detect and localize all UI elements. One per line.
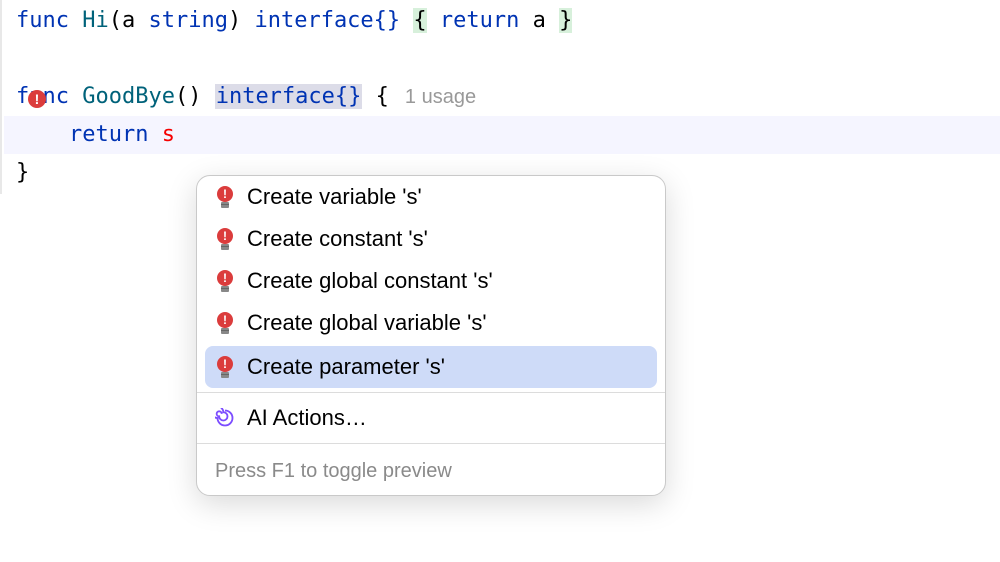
code-line-1[interactable]: func Hi(a string) interface{} { return a… bbox=[4, 2, 1000, 40]
error-badge-icon: ! bbox=[28, 90, 46, 108]
action-create-variable[interactable]: Create variable 's' bbox=[197, 176, 665, 218]
action-create-global-variable[interactable]: Create global variable 's' bbox=[197, 302, 665, 344]
brace-open: { bbox=[413, 8, 426, 33]
param-a: a bbox=[122, 8, 135, 33]
code-editor[interactable]: func Hi(a string) interface{} { return a… bbox=[0, 0, 1000, 194]
action-label: Create parameter 's' bbox=[247, 354, 445, 380]
bulb-error-icon bbox=[215, 186, 235, 208]
bulb-error-icon bbox=[215, 228, 235, 250]
popup-divider bbox=[197, 392, 665, 393]
action-label: Create global variable 's' bbox=[247, 310, 487, 336]
popup-divider bbox=[197, 443, 665, 444]
paren-close: ) bbox=[228, 8, 241, 33]
type-string: string bbox=[148, 8, 227, 33]
keyword-func: func bbox=[16, 8, 69, 33]
keyword-return: return bbox=[69, 122, 148, 147]
brace-close: } bbox=[559, 8, 572, 33]
action-create-parameter[interactable]: Create parameter 's' bbox=[205, 346, 657, 388]
ret-type-interface: interface{} bbox=[254, 8, 400, 33]
brace-open: { bbox=[376, 84, 389, 109]
ai-spiral-icon bbox=[215, 408, 235, 428]
func-name-goodbye: GoodBye bbox=[82, 84, 175, 109]
intention-actions-popup: Create variable 's' Create constant 's' … bbox=[196, 175, 666, 496]
action-label: Create global constant 's' bbox=[247, 268, 493, 294]
popup-footer-hint: Press F1 to toggle preview bbox=[197, 448, 665, 495]
code-line-3[interactable]: func GoodBye() interface{} {1 usage bbox=[4, 78, 1000, 116]
action-label: Create constant 's' bbox=[247, 226, 428, 252]
paren-open: ( bbox=[109, 8, 122, 33]
error-gutter-marker[interactable]: ! bbox=[28, 90, 48, 110]
keyword-return: return bbox=[440, 8, 519, 33]
action-create-constant[interactable]: Create constant 's' bbox=[197, 218, 665, 260]
action-label: Create variable 's' bbox=[247, 184, 422, 210]
brace-close: } bbox=[16, 160, 29, 185]
action-create-global-constant[interactable]: Create global constant 's' bbox=[197, 260, 665, 302]
func-name-hi: Hi bbox=[82, 8, 109, 33]
bulb-error-icon bbox=[215, 312, 235, 334]
parens-empty: () bbox=[175, 84, 202, 109]
return-value-a: a bbox=[533, 8, 546, 33]
action-ai-actions[interactable]: AI Actions… bbox=[197, 397, 665, 439]
code-line-2-empty[interactable] bbox=[4, 40, 1000, 78]
bulb-error-icon bbox=[215, 270, 235, 292]
usage-hint[interactable]: 1 usage bbox=[405, 86, 476, 108]
code-line-4[interactable]: return s bbox=[4, 116, 1000, 154]
action-label: AI Actions… bbox=[247, 405, 367, 431]
error-identifier-s: s bbox=[162, 122, 175, 147]
bulb-error-icon bbox=[215, 356, 235, 378]
ret-type-interface-selected: interface{} bbox=[215, 84, 363, 109]
